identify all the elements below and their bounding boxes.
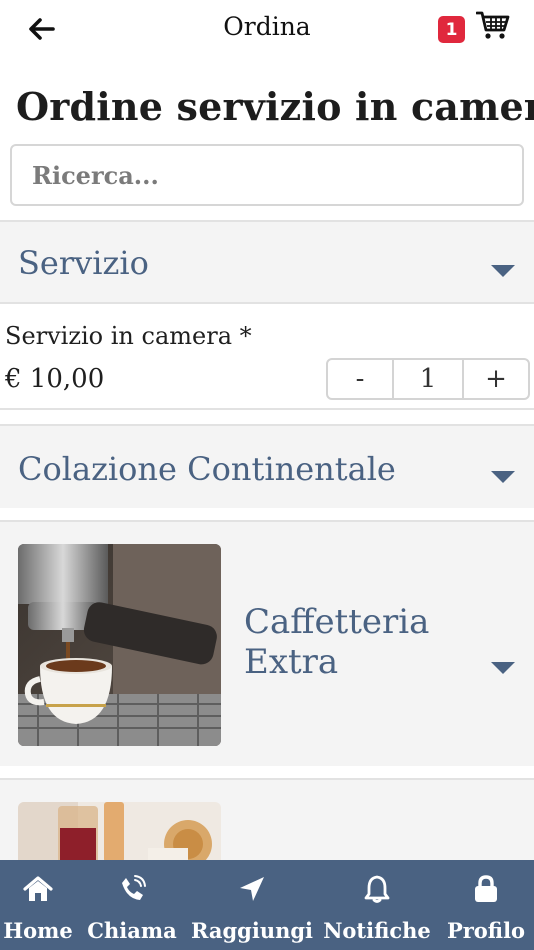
nav-profilo[interactable]: Profilo <box>438 860 534 950</box>
quantity-stepper: - 1 + <box>326 358 530 400</box>
nav-chiama[interactable]: Chiama <box>76 860 188 950</box>
juice-glasses-photo <box>18 802 221 860</box>
cart-button[interactable]: 1 <box>438 10 516 46</box>
nav-home[interactable]: Home <box>0 860 76 950</box>
divider <box>0 302 534 304</box>
section-header-colazione[interactable]: Colazione Continentale <box>0 426 534 508</box>
section-title: Servizio <box>18 244 149 282</box>
item-price: € 10,00 <box>5 364 105 394</box>
phone-icon <box>117 874 147 904</box>
chevron-down-icon <box>491 265 515 277</box>
category-title: Caffetteria Extra <box>244 602 430 682</box>
location-arrow-icon <box>237 874 267 904</box>
decrement-button[interactable]: - <box>328 360 394 398</box>
cart-count-badge: 1 <box>438 16 465 43</box>
chevron-down-icon <box>491 662 515 674</box>
section-header-servizio[interactable]: Servizio <box>0 222 534 302</box>
nav-label: Chiama <box>87 918 177 943</box>
home-icon <box>23 874 53 904</box>
nav-label: Profilo <box>446 918 526 943</box>
bottom-nav: Home Chiama Raggiungi Notifiche Profilo <box>0 860 534 950</box>
page-title: Ordine servizio in camera <box>16 84 534 129</box>
top-bar: Ordina 1 <box>0 0 534 58</box>
nav-label: Notifiche <box>323 918 431 943</box>
nav-notifiche[interactable]: Notifiche <box>316 860 438 950</box>
divider <box>0 408 534 410</box>
chevron-down-icon <box>491 471 515 483</box>
section-title: Colazione Continentale <box>18 450 396 488</box>
app-screen: Ordina 1 Ordine servizio in camera Servi… <box>0 0 534 950</box>
shopping-cart-icon <box>476 11 510 39</box>
category-card-juices[interactable] <box>0 780 534 860</box>
increment-button[interactable]: + <box>464 360 528 398</box>
quantity-value[interactable]: 1 <box>394 360 464 398</box>
category-card-caffetteria[interactable]: Caffetteria Extra <box>0 522 534 766</box>
nav-raggiungi[interactable]: Raggiungi <box>188 860 316 950</box>
lock-icon <box>471 874 501 904</box>
nav-label: Raggiungi <box>190 918 314 943</box>
bell-icon <box>362 874 392 904</box>
espresso-machine-photo <box>18 544 221 746</box>
search-input[interactable] <box>12 146 522 204</box>
item-name: Servizio in camera * <box>5 322 252 350</box>
nav-label: Home <box>3 918 73 943</box>
search-box <box>10 144 524 206</box>
